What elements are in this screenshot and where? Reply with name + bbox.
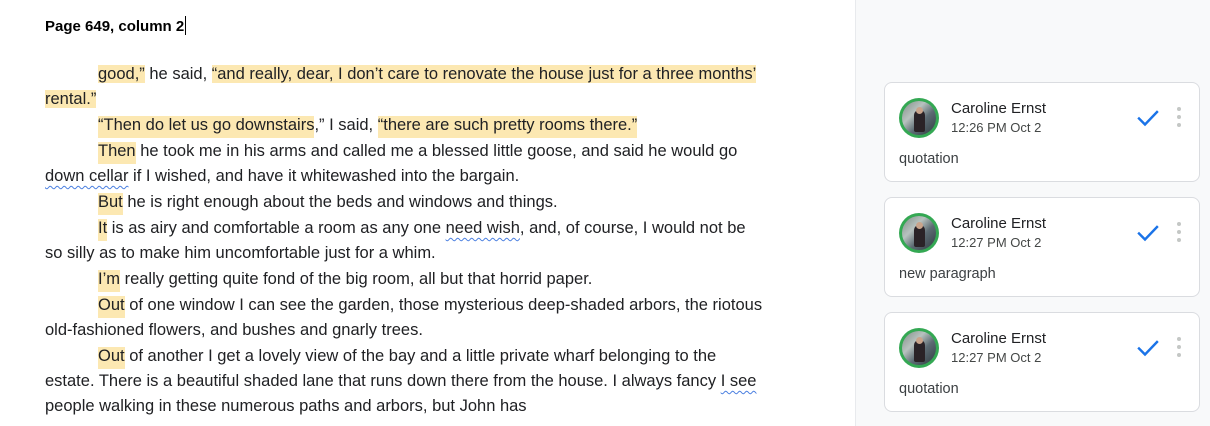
- more-options-icon[interactable]: [1172, 103, 1186, 131]
- comment-timestamp: 12:27 PM Oct 2: [951, 235, 1042, 250]
- paragraph[interactable]: good,” he said, “and really, dear, I don…: [45, 62, 765, 112]
- paragraph[interactable]: It is as airy and comfortable a room as …: [45, 216, 765, 266]
- paragraph[interactable]: Out of another I get a lovely view of th…: [45, 344, 765, 419]
- paragraph-text: people walking in these numerous paths a…: [45, 397, 527, 415]
- comment-author: Caroline Ernst: [951, 215, 1047, 232]
- page-heading[interactable]: Page 649, column 2: [45, 16, 187, 36]
- text-cursor: [185, 16, 187, 35]
- paragraph-text: he is right enough about the beds and wi…: [122, 193, 558, 211]
- paragraph-text: of another I get a lovely view of the ba…: [45, 347, 721, 390]
- more-options-icon[interactable]: [1172, 333, 1186, 361]
- document-body[interactable]: good,” he said, “and really, dear, I don…: [45, 62, 765, 419]
- resolve-check-svg: [1137, 340, 1159, 357]
- avatar[interactable]: [899, 328, 939, 368]
- document-page[interactable]: Page 649, column 2 good,” he said, “and …: [0, 0, 855, 426]
- paragraph[interactable]: Out of one window I can see the garden, …: [45, 293, 765, 343]
- paragraph-text: he said,: [144, 65, 212, 83]
- comment-author: Caroline Ernst: [951, 100, 1047, 117]
- spelling-suggestion[interactable]: need wish: [446, 219, 520, 237]
- resolve-check-svg: [1137, 225, 1159, 242]
- resolve-check-icon[interactable]: [1135, 105, 1161, 131]
- paragraph[interactable]: I’m really getting quite fond of the big…: [45, 267, 765, 292]
- paragraph-text: of one window I can see the garden, thos…: [45, 296, 763, 339]
- highlighted-text[interactable]: Out: [98, 347, 125, 369]
- paragraph[interactable]: “Then do let us go downstairs,” I said, …: [45, 113, 765, 138]
- avatar-face: [916, 337, 923, 344]
- paragraph-text: really getting quite fond of the big roo…: [120, 270, 593, 288]
- comment-text: new paragraph: [899, 266, 996, 282]
- comments-sidebar: Caroline Ernst 12:26 PM Oct 2 quotation …: [856, 0, 1210, 426]
- paragraph[interactable]: Then he took me in his arms and called m…: [45, 139, 765, 189]
- comment-timestamp: 12:26 PM Oct 2: [951, 120, 1042, 135]
- highlighted-text[interactable]: “there are such pretty rooms there.”: [377, 116, 638, 138]
- avatar[interactable]: [899, 98, 939, 138]
- highlighted-text[interactable]: But: [98, 193, 123, 215]
- spelling-suggestion[interactable]: I see: [721, 372, 757, 390]
- comment-card[interactable]: Caroline Ernst 12:26 PM Oct 2 quotation: [884, 82, 1200, 182]
- paragraph-text: he took me in his arms and called me a b…: [135, 142, 738, 160]
- comment-text: quotation: [899, 381, 959, 397]
- more-options-icon[interactable]: [1172, 218, 1186, 246]
- comment-text: quotation: [899, 151, 959, 167]
- highlighted-text[interactable]: I’m: [98, 270, 120, 292]
- avatar[interactable]: [899, 213, 939, 253]
- paragraph[interactable]: But he is right enough about the beds an…: [45, 190, 765, 215]
- highlighted-text[interactable]: Then: [98, 142, 136, 164]
- avatar-photo: [902, 101, 936, 135]
- paragraph-text: is as airy and comfortable a room as any…: [107, 219, 446, 237]
- comment-author: Caroline Ernst: [951, 330, 1047, 347]
- paragraph-text: ,” I said,: [314, 116, 378, 134]
- avatar-photo: [902, 331, 936, 365]
- paragraph-text: if I wished, and have it whitewashed int…: [128, 167, 520, 185]
- highlighted-text[interactable]: good,”: [98, 65, 145, 83]
- spelling-suggestion[interactable]: down cellar: [45, 167, 128, 185]
- avatar-face: [916, 107, 923, 114]
- comment-card[interactable]: Caroline Ernst 12:27 PM Oct 2 new paragr…: [884, 197, 1200, 297]
- resolve-check-icon[interactable]: [1135, 335, 1161, 361]
- avatar-face: [916, 222, 923, 229]
- comment-timestamp: 12:27 PM Oct 2: [951, 350, 1042, 365]
- highlighted-text[interactable]: It: [98, 219, 108, 241]
- highlighted-text[interactable]: Out: [98, 296, 125, 318]
- resolve-check-svg: [1137, 110, 1159, 127]
- avatar-photo: [902, 216, 936, 250]
- page-heading-text: Page 649, column 2: [45, 18, 185, 35]
- highlighted-text[interactable]: “Then do let us go downstairs: [98, 116, 315, 138]
- comment-card[interactable]: Caroline Ernst 12:27 PM Oct 2 quotation: [884, 312, 1200, 412]
- resolve-check-icon[interactable]: [1135, 220, 1161, 246]
